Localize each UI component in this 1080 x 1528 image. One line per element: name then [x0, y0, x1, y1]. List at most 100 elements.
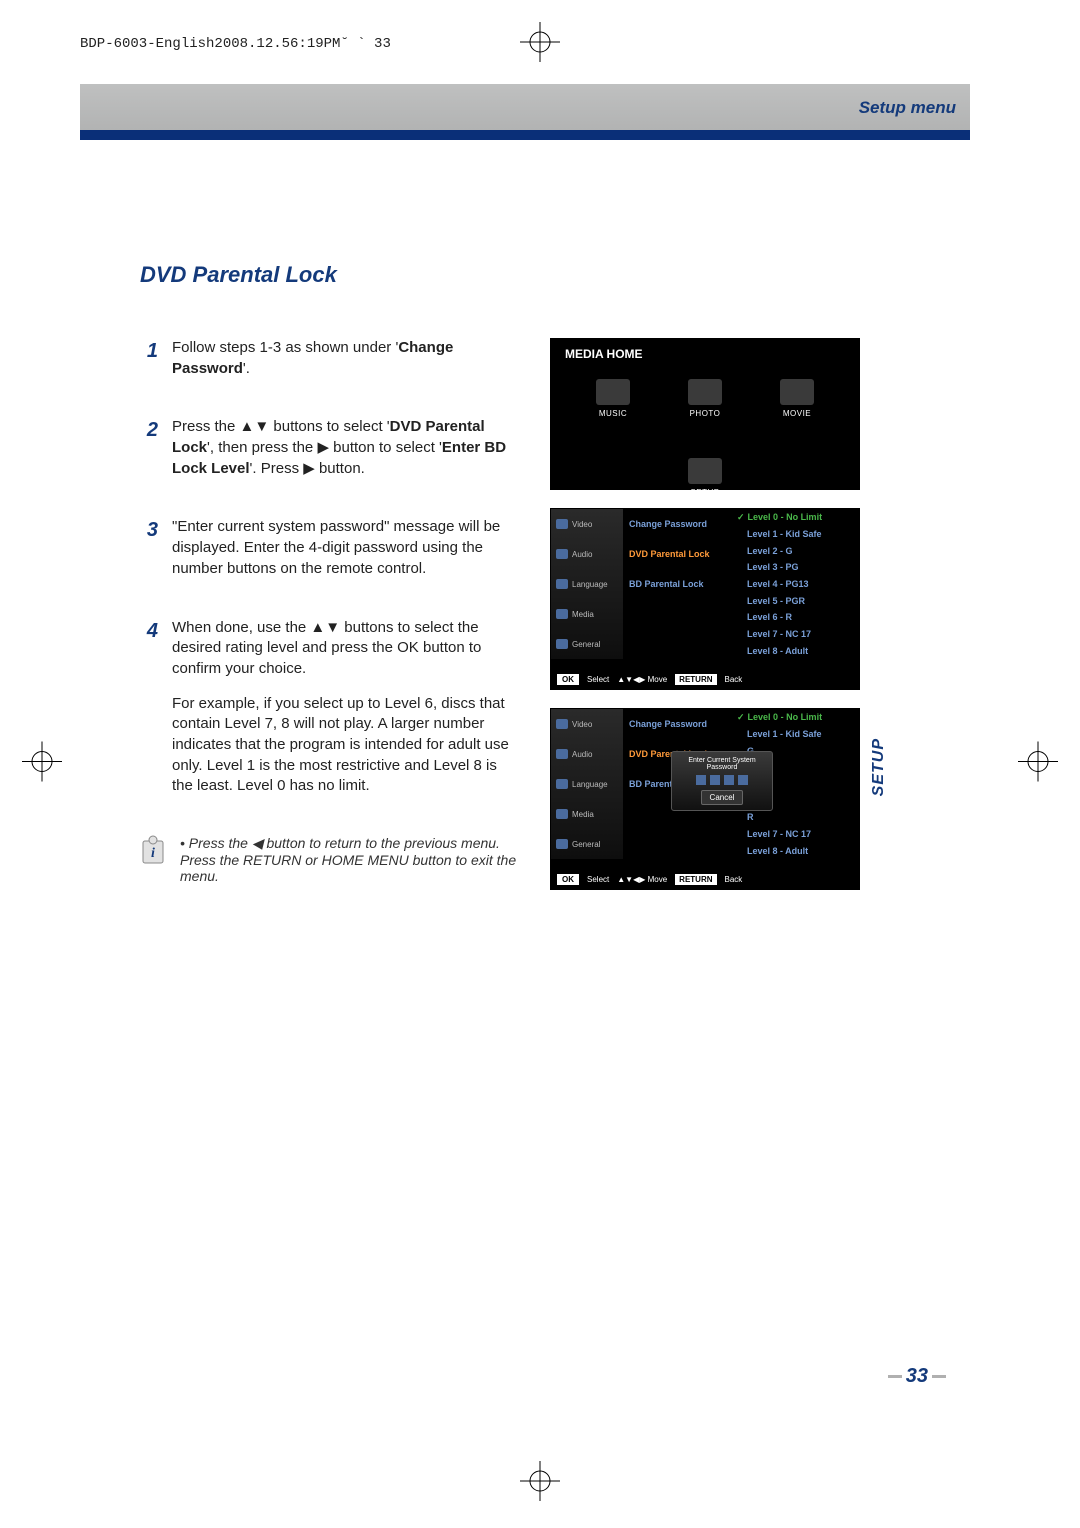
- step-text: When done, use the ▲▼ buttons to select …: [172, 618, 520, 798]
- header-stamp: BDP-6003-English2008.12.56:19PM˘ ` 33: [80, 36, 391, 52]
- step-text: "Enter current system password" message …: [172, 517, 520, 579]
- chapter-header: Setup menu: [80, 84, 970, 142]
- rating-level[interactable]: Level 7 - NC 17: [731, 626, 859, 643]
- step-extra: For example, if you select up to Level 6…: [172, 694, 520, 797]
- sidebar-icon: [556, 579, 568, 589]
- setup-mid-item[interactable]: DVD Parental Lock: [623, 539, 731, 569]
- sidebar-label: Audio: [572, 550, 592, 559]
- step-number: 4: [140, 618, 158, 798]
- return-button[interactable]: RETURN: [675, 874, 716, 885]
- ok-button[interactable]: OK: [557, 874, 579, 885]
- move-label: ▲▼◀▶ Move: [617, 675, 667, 684]
- svg-text:i: i: [151, 846, 155, 861]
- setup-sidebar-item[interactable]: Language: [551, 569, 623, 599]
- media-home-item[interactable]: MOVIE: [771, 379, 823, 418]
- select-label: Select: [587, 875, 609, 884]
- sidebar-label: Language: [572, 580, 608, 589]
- sidebar-icon: [556, 719, 568, 729]
- media-home-item[interactable]: PHOTO: [679, 379, 731, 418]
- step-number: 2: [140, 417, 158, 479]
- step: 3"Enter current system password" message…: [140, 517, 520, 579]
- cancel-button[interactable]: Cancel: [701, 790, 744, 805]
- setup-sidebar-item[interactable]: Video: [551, 509, 623, 539]
- sidebar-icon: [556, 749, 568, 759]
- sidebar-label: Media: [572, 810, 594, 819]
- step-number: 1: [140, 338, 158, 379]
- step-text: Follow steps 1-3 as shown under 'Change …: [172, 338, 520, 379]
- ok-button[interactable]: OK: [557, 674, 579, 685]
- media-home-label: PHOTO: [690, 409, 721, 418]
- setup-sidebar-item[interactable]: General: [551, 629, 623, 659]
- info-icon: i: [140, 835, 166, 865]
- rating-level[interactable]: Level 0 - No Limit: [731, 509, 859, 526]
- setup-sidebar-item[interactable]: Media: [551, 799, 623, 829]
- setup-sidebar-item[interactable]: Language: [551, 769, 623, 799]
- step-text: Press the ▲▼ buttons to select 'DVD Pare…: [172, 417, 520, 479]
- page-number: 33: [884, 1365, 950, 1388]
- rating-level[interactable]: Level 1 - Kid Safe: [731, 526, 859, 543]
- media-home-title: MEDIA HOME: [565, 347, 643, 361]
- setup-sidebar-item[interactable]: Audio: [551, 739, 623, 769]
- side-tab: SETUP: [870, 738, 888, 796]
- sidebar-icon: [556, 779, 568, 789]
- dialog-title: Enter Current System Password: [677, 757, 767, 771]
- crop-mark-bottom: [520, 1461, 560, 1506]
- rating-level[interactable]: Level 8 - Adult: [731, 642, 859, 659]
- rating-level[interactable]: Level 8 - Adult: [731, 842, 859, 859]
- setup-mid-item[interactable]: BD Parental Lock: [623, 569, 731, 599]
- sidebar-label: General: [572, 640, 600, 649]
- screenshot-level-list: Video Audio Language Media General Change Pa…: [550, 508, 860, 690]
- move-label: ▲▼◀▶ Move: [617, 875, 667, 884]
- sidebar-icon: [556, 519, 568, 529]
- setup-mid-item[interactable]: Change Password: [623, 709, 731, 739]
- sidebar-label: Language: [572, 780, 608, 789]
- setup-sidebar-item[interactable]: Video: [551, 709, 623, 739]
- section-title: DVD Parental Lock: [140, 262, 970, 288]
- screenshot-password-dialog: Video Audio Language Media General Change Pa…: [550, 708, 860, 890]
- media-home-icon: [596, 379, 630, 405]
- media-home-label: SETUP: [690, 488, 719, 497]
- step-number: 3: [140, 517, 158, 579]
- back-label: Back: [725, 675, 743, 684]
- steps-column: 1 Follow steps 1-3 as shown under 'Change…: [140, 338, 520, 908]
- sidebar-label: Video: [572, 520, 592, 529]
- setup-mid-item[interactable]: Change Password: [623, 509, 731, 539]
- rating-level[interactable]: Level 7 - NC 17: [731, 826, 859, 843]
- sidebar-label: Audio: [572, 750, 592, 759]
- media-home-label: MOVIE: [783, 409, 811, 418]
- note-block: i • Press the ◀ button to return to the …: [140, 835, 520, 884]
- media-home-item[interactable]: SETUP: [679, 458, 731, 497]
- crop-mark-left: [22, 742, 62, 787]
- sidebar-icon: [556, 639, 568, 649]
- rating-level[interactable]: Level 1 - Kid Safe: [731, 726, 859, 743]
- sidebar-icon: [556, 609, 568, 619]
- setup-sidebar-item[interactable]: General: [551, 829, 623, 859]
- screenshot-media-home: MEDIA HOME MUSICPHOTOMOVIESETUP: [550, 338, 860, 490]
- sidebar-icon: [556, 549, 568, 559]
- media-home-icon: [688, 379, 722, 405]
- rating-level[interactable]: Level 5 - PGR: [731, 592, 859, 609]
- rating-level[interactable]: R: [731, 809, 859, 826]
- rating-level[interactable]: Level 6 - R: [731, 609, 859, 626]
- media-home-icon: [780, 379, 814, 405]
- return-button[interactable]: RETURN: [675, 674, 716, 685]
- rating-level[interactable]: Level 4 - PG13: [731, 576, 859, 593]
- crop-mark-right: [1018, 742, 1058, 787]
- media-home-item[interactable]: MUSIC: [587, 379, 639, 418]
- back-label: Back: [725, 875, 743, 884]
- setup-sidebar-item[interactable]: Audio: [551, 539, 623, 569]
- sidebar-label: Media: [572, 610, 594, 619]
- rating-level[interactable]: Level 3 - PG: [731, 559, 859, 576]
- media-home-icon: [688, 458, 722, 484]
- step: 1 Follow steps 1-3 as shown under 'Change…: [140, 338, 520, 379]
- rating-level[interactable]: Level 2 - G: [731, 542, 859, 559]
- sidebar-label: Video: [572, 720, 592, 729]
- setup-sidebar-item[interactable]: Media: [551, 599, 623, 629]
- note-text: • Press the ◀ button to return to the pr…: [180, 835, 520, 884]
- step: 2Press the ▲▼ buttons to select 'DVD Par…: [140, 417, 520, 479]
- rating-level[interactable]: Level 0 - No Limit: [731, 709, 859, 726]
- password-dots: [677, 775, 767, 785]
- media-home-label: MUSIC: [599, 409, 627, 418]
- screenshots-column: SETUP MEDIA HOME MUSICPHOTOMOVIESETUP Vi…: [550, 338, 860, 908]
- chapter-label: Setup menu: [859, 98, 956, 118]
